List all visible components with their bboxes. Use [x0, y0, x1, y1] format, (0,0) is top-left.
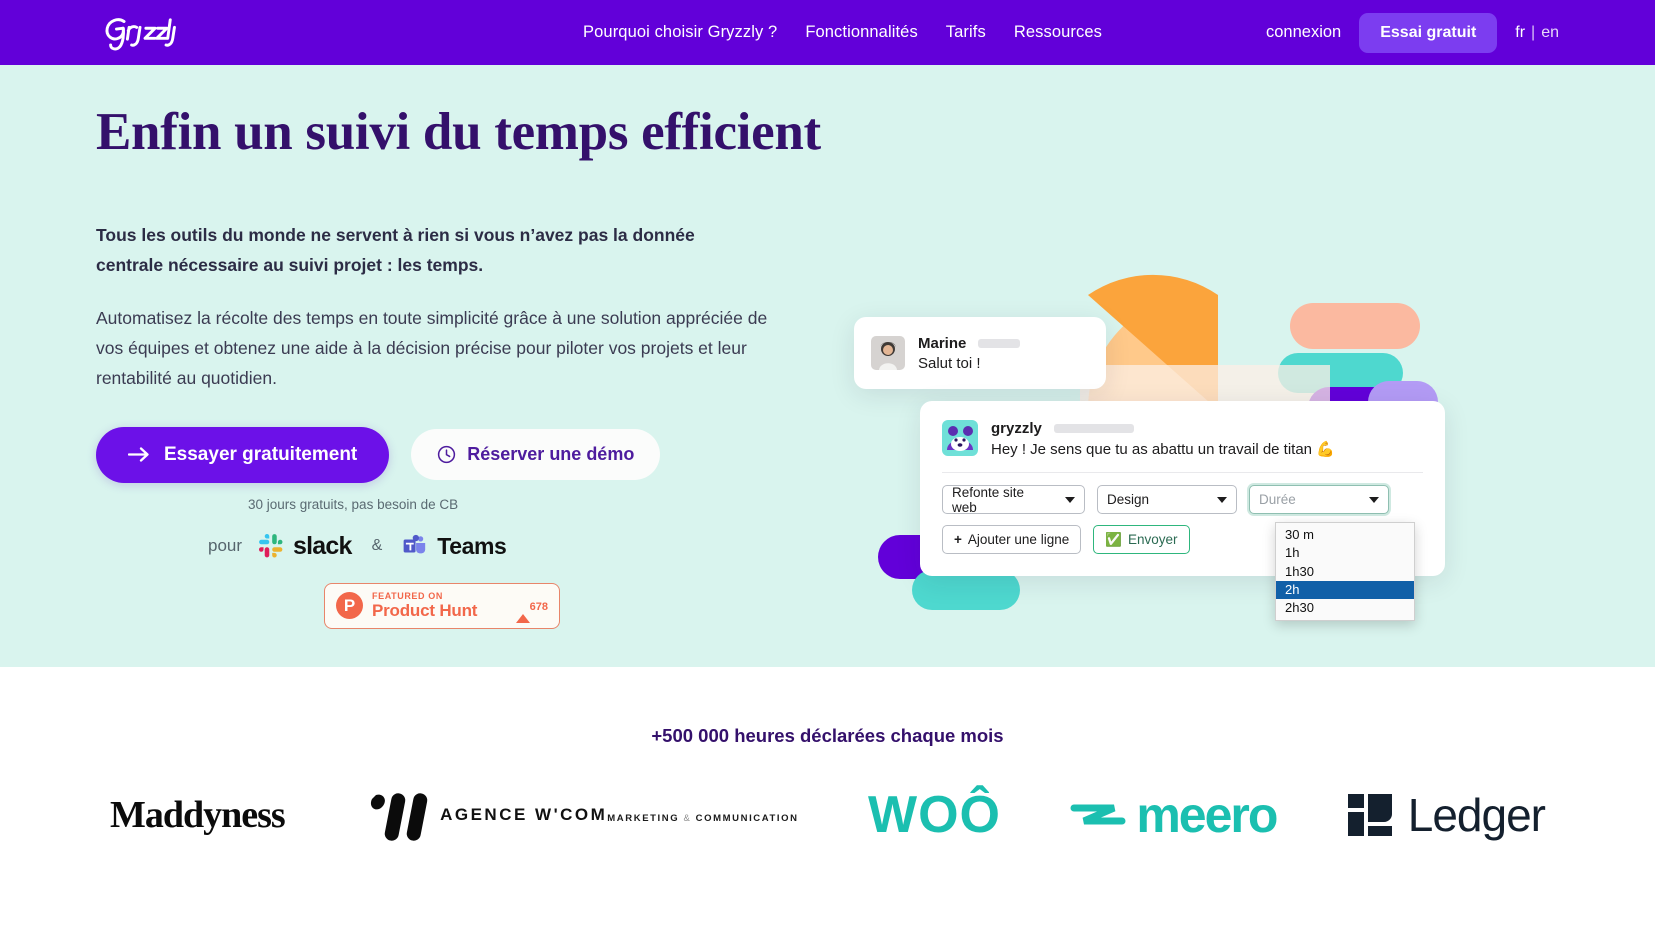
meero-label: meero: [1136, 787, 1278, 843]
lang-separator: |: [1531, 23, 1536, 41]
project-select-value: Refonte site web: [952, 484, 1025, 515]
nav-link-pourquoi[interactable]: Pourquoi choisir Gryzzly ?: [583, 23, 777, 42]
slack-icon: [259, 534, 283, 558]
gryzzly-bot-avatar: [942, 420, 978, 456]
primary-nav-links: Pourquoi choisir Gryzzly ? Fonctionnalit…: [553, 23, 1102, 42]
try-free-button[interactable]: Essayer gratuitement: [96, 426, 390, 483]
hero-section: Marine Salut toi ! gryzzly Hey ! Je sens…: [0, 65, 1655, 667]
wcom-sub-c: COMMUNICATION: [695, 813, 799, 824]
clock-icon: [438, 446, 456, 464]
integrations-prefix: pour: [208, 536, 243, 556]
maddyness-wordmark: Maddyness: [110, 794, 286, 836]
band-title: +500 000 heures déclarées chaque mois: [651, 725, 1004, 746]
page-title: Enfin un suivi du temps efficient: [96, 103, 821, 161]
duration-select[interactable]: Durée: [1249, 485, 1389, 514]
duration-dropdown-list[interactable]: 30 m 1h 1h30 2h 2h30: [1275, 522, 1415, 622]
message-author: Marine: [918, 334, 967, 352]
check-mark-icon: ✅: [1105, 531, 1123, 547]
hero-lede: Tous les outils du monde ne servent à ri…: [96, 225, 695, 276]
teams-label: Teams: [437, 532, 507, 559]
chevron-down-icon: [1065, 496, 1075, 503]
redacted-timestamp: [978, 338, 1021, 348]
project-select[interactable]: Refonte site web: [942, 484, 1085, 515]
language-switcher: fr | en: [1515, 24, 1559, 42]
ampersand: &: [371, 537, 383, 555]
lang-fr[interactable]: fr: [1515, 24, 1525, 42]
nav-link-fonctionnalites[interactable]: Fonctionnalités: [805, 23, 917, 42]
product-hunt-icon: P: [336, 592, 363, 620]
logo-agence-wcom: AGENCE W'COM MARKETING & COMMUNICATION: [354, 785, 799, 845]
ledger-mark-icon: [1347, 794, 1392, 836]
teams-logo[interactable]: Teams: [402, 532, 507, 560]
nav-right-group: connexion Essai gratuit fr | en: [1266, 0, 1559, 65]
task-select-value: Design: [1107, 492, 1150, 507]
product-hunt-badge[interactable]: P FEATURED ON Product Hunt 678: [324, 582, 560, 629]
login-link[interactable]: connexion: [1266, 23, 1341, 42]
dropdown-option-selected[interactable]: 2h: [1276, 580, 1414, 599]
arrow-right-icon: [128, 447, 149, 462]
product-hunt-name: Product Hunt: [372, 600, 478, 620]
meero-wordmark: meero: [1070, 786, 1278, 844]
nav-link-ressources[interactable]: Ressources: [1014, 23, 1102, 42]
avatar: [871, 336, 905, 370]
card-divider: [942, 472, 1423, 473]
add-line-button[interactable]: + Ajouter une ligne: [942, 525, 1082, 554]
caret-up-icon: [515, 596, 530, 623]
book-demo-button[interactable]: Réserver une démo: [411, 429, 661, 481]
free-trial-button[interactable]: Essai gratuit: [1359, 12, 1498, 53]
vote-count: 678: [529, 600, 548, 613]
integrations-row: pour slack & Teams: [208, 532, 836, 561]
chat-card-marine: Marine Salut toi !: [854, 317, 1106, 389]
duration-placeholder: Durée: [1259, 492, 1296, 507]
book-demo-label: Réserver une démo: [467, 444, 635, 465]
meero-mark-icon: [1070, 804, 1126, 825]
chevron-down-icon: [1369, 496, 1379, 503]
hero-cta-row: Essayer gratuitement Réserver une démo: [96, 426, 836, 483]
send-button[interactable]: ✅ Envoyer: [1093, 525, 1190, 554]
try-free-label: Essayer gratuitement: [164, 443, 358, 465]
logo-woo: WOÔ: [868, 785, 1001, 845]
logo-ledger: Ledger: [1346, 788, 1546, 842]
hero-body: Automatisez la récolte des temps en tout…: [96, 307, 768, 388]
bot-message: Hey ! Je sens que tu as abattu un travai…: [991, 441, 1335, 458]
client-logos-row: Maddyness AGENCE W'COM MARKETING & COMMU…: [0, 785, 1655, 845]
hero-illustration: Marine Salut toi ! gryzzly Hey ! Je sens…: [830, 65, 1655, 667]
dropdown-option[interactable]: 1h30: [1276, 563, 1414, 581]
ledger-label: Ledger: [1407, 789, 1546, 841]
slack-logo[interactable]: slack: [258, 532, 352, 561]
ledger-wordmark: Ledger: [1346, 788, 1546, 842]
lang-en[interactable]: en: [1541, 24, 1559, 42]
gryzzly-logo[interactable]: [98, 8, 182, 56]
plus-icon: +: [954, 532, 962, 547]
teams-icon: [403, 535, 426, 554]
bot-name: gryzzly: [991, 420, 1042, 437]
message-text: Salut toi !: [918, 354, 981, 372]
vote-count-group: 678: [515, 596, 548, 623]
woo-wordmark: WOÔ: [867, 786, 1001, 844]
social-proof-band: +500 000 heures déclarées chaque mois Ma…: [0, 667, 1655, 942]
top-navigation-bar: Pourquoi choisir Gryzzly ? Fonctionnalit…: [0, 0, 1655, 65]
nav-link-tarifs[interactable]: Tarifs: [946, 23, 986, 42]
wcom-mark-icon: [371, 793, 428, 841]
task-select[interactable]: Design: [1097, 485, 1237, 514]
logo-meero: meero: [1070, 786, 1278, 844]
dropdown-option[interactable]: 30 m: [1276, 526, 1414, 544]
slack-label: slack: [293, 531, 352, 560]
send-label: Envoyer: [1128, 532, 1178, 547]
wcom-tagline: MARKETING & COMMUNICATION: [607, 813, 798, 824]
redacted-timestamp: [1053, 424, 1134, 433]
logo-maddyness: Maddyness: [110, 793, 286, 837]
hero-content: Enfin un suivi du temps efficient Tous l…: [96, 103, 836, 629]
dropdown-option[interactable]: 1h: [1276, 544, 1414, 562]
trial-note: 30 jours gratuits, pas besoin de CB: [248, 496, 459, 512]
entry-fields-row: Refonte site web Design Durée: [942, 484, 1423, 515]
wcom-sub-b: &: [683, 813, 692, 824]
add-line-label: Ajouter une ligne: [967, 532, 1070, 547]
wcom-name: AGENCE W'COM: [440, 805, 608, 824]
chevron-down-icon: [1217, 496, 1227, 503]
wcom-sub-a: MARKETING: [607, 813, 680, 824]
dropdown-option[interactable]: 2h30: [1276, 599, 1414, 617]
